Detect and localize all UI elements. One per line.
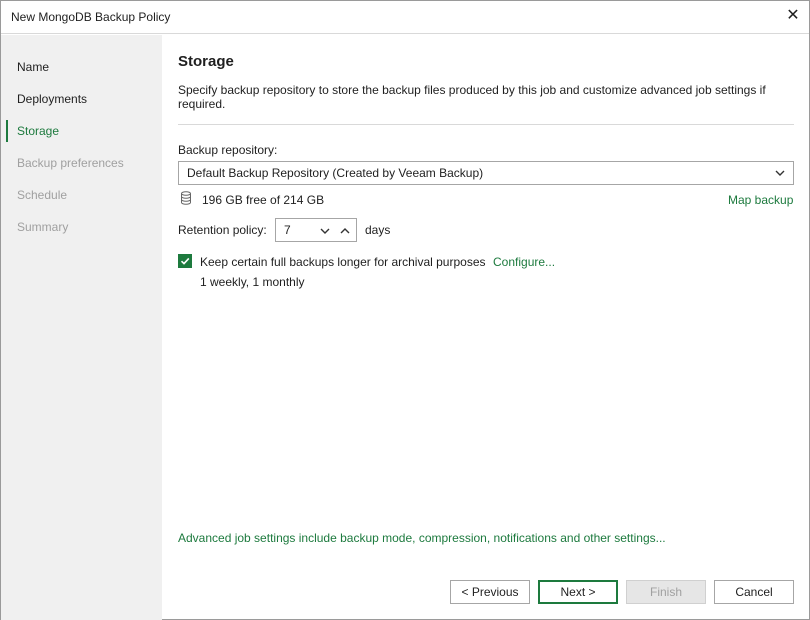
title-bar: New MongoDB Backup Policy ✕ [1,1,809,34]
chevron-down-icon[interactable] [316,219,334,241]
wizard-button-bar: < Previous Next > Finish Cancel [162,580,809,604]
chevron-up-icon[interactable] [336,219,354,241]
sidebar-item-summary: Summary [1,215,162,239]
wizard-steps-sidebar: Name Deployments Storage Backup preferen… [1,35,162,620]
check-icon [179,255,191,267]
database-icon [180,191,192,205]
storage-step-content: Storage Specify backup repository to sto… [162,35,809,620]
backup-repository-value: Default Backup Repository (Created by Ve… [187,166,483,180]
sidebar-item-storage[interactable]: Storage [1,119,162,143]
close-icon[interactable]: ✕ [784,7,802,25]
repository-free-space: 196 GB free of 214 GB [202,193,324,207]
keep-full-backups-label[interactable]: Keep certain full backups longer for arc… [200,255,486,269]
advanced-settings-link[interactable]: Advanced job settings include backup mod… [178,531,666,545]
next-button[interactable]: Next > [538,580,618,604]
backup-policy-wizard: New MongoDB Backup Policy ✕ Name Deploym… [0,0,810,620]
sidebar-item-name[interactable]: Name [1,55,162,79]
sidebar-item-label: Schedule [17,188,67,202]
sidebar-item-label: Storage [17,124,59,138]
active-step-marker [6,120,8,142]
page-title: Storage [178,53,234,70]
sidebar-item-label: Deployments [17,92,87,106]
sidebar-item-backup-preferences: Backup preferences [1,151,162,175]
retention-policy-stepper[interactable]: 7 [275,218,357,242]
header-divider [178,124,794,125]
window-title: New MongoDB Backup Policy [11,10,170,24]
retention-value: 7 [284,219,291,241]
finish-button: Finish [626,580,706,604]
backup-repository-label: Backup repository: [178,143,277,157]
configure-gfs-link[interactable]: Configure... [493,255,555,269]
sidebar-item-deployments[interactable]: Deployments [1,87,162,111]
gfs-retention-summary: 1 weekly, 1 monthly [200,275,305,289]
chevron-down-icon [773,162,787,184]
retention-unit: days [365,223,390,237]
retention-policy-label: Retention policy: [178,223,267,237]
sidebar-item-label: Backup preferences [17,156,124,170]
page-description: Specify backup repository to store the b… [178,83,788,111]
keep-full-backups-checkbox[interactable] [178,254,192,268]
cancel-button[interactable]: Cancel [714,580,794,604]
sidebar-item-schedule: Schedule [1,183,162,207]
backup-repository-select[interactable]: Default Backup Repository (Created by Ve… [178,161,794,185]
map-backup-link[interactable]: Map backup [728,193,793,207]
sidebar-item-label: Name [17,60,49,74]
previous-button[interactable]: < Previous [450,580,530,604]
sidebar-item-label: Summary [17,220,68,234]
